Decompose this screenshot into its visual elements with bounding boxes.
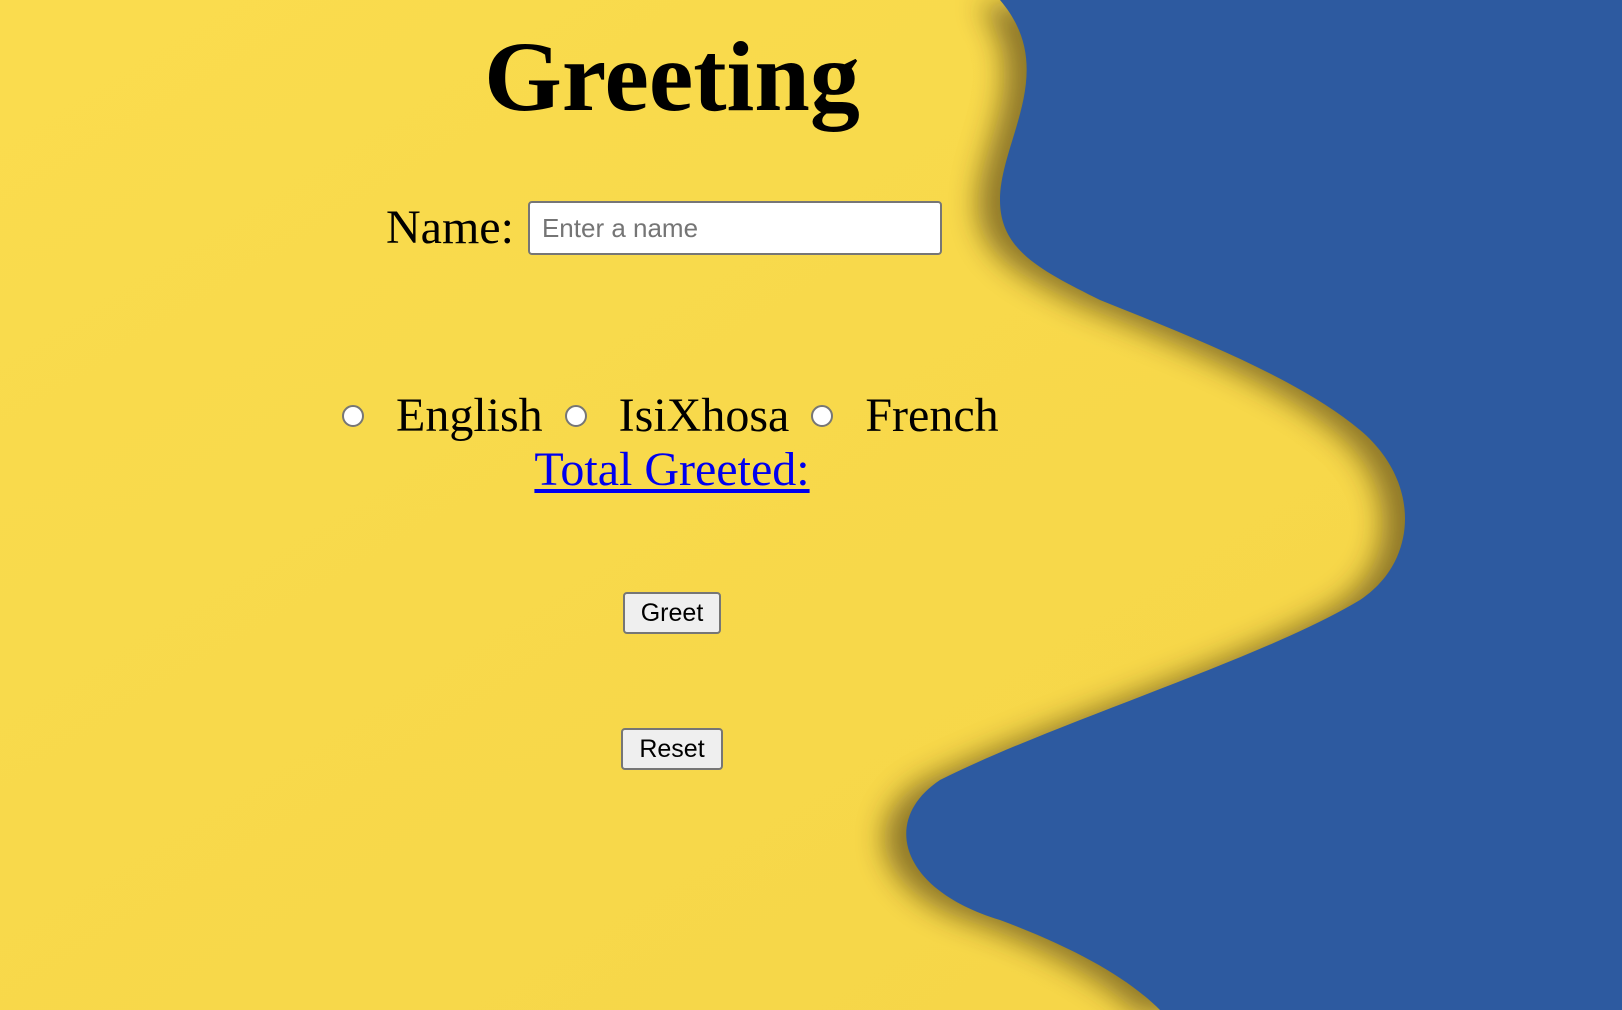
radio-english[interactable] — [342, 405, 364, 427]
name-input[interactable] — [527, 201, 942, 255]
name-label: Name: — [386, 201, 514, 254]
language-options: English IsiXhosa French — [342, 386, 1021, 446]
radio-french[interactable] — [811, 405, 834, 427]
radio-label-english: English — [396, 389, 543, 442]
total-greeted-link[interactable]: Total Greeted: — [534, 443, 809, 496]
radio-isixhosa[interactable] — [564, 405, 587, 427]
greet-button[interactable]: Greet — [623, 592, 721, 634]
total-greeted-row: Total Greeted: — [0, 440, 1344, 500]
reset-button[interactable]: Reset — [621, 728, 723, 770]
greeting-form: Greeting Name: English IsiXhosa French T… — [0, 0, 1344, 1010]
radio-label-isixhosa: IsiXhosa — [618, 389, 790, 442]
page-title: Greeting — [484, 21, 860, 132]
name-row: Name: — [386, 198, 942, 258]
radio-label-french: French — [865, 389, 999, 442]
